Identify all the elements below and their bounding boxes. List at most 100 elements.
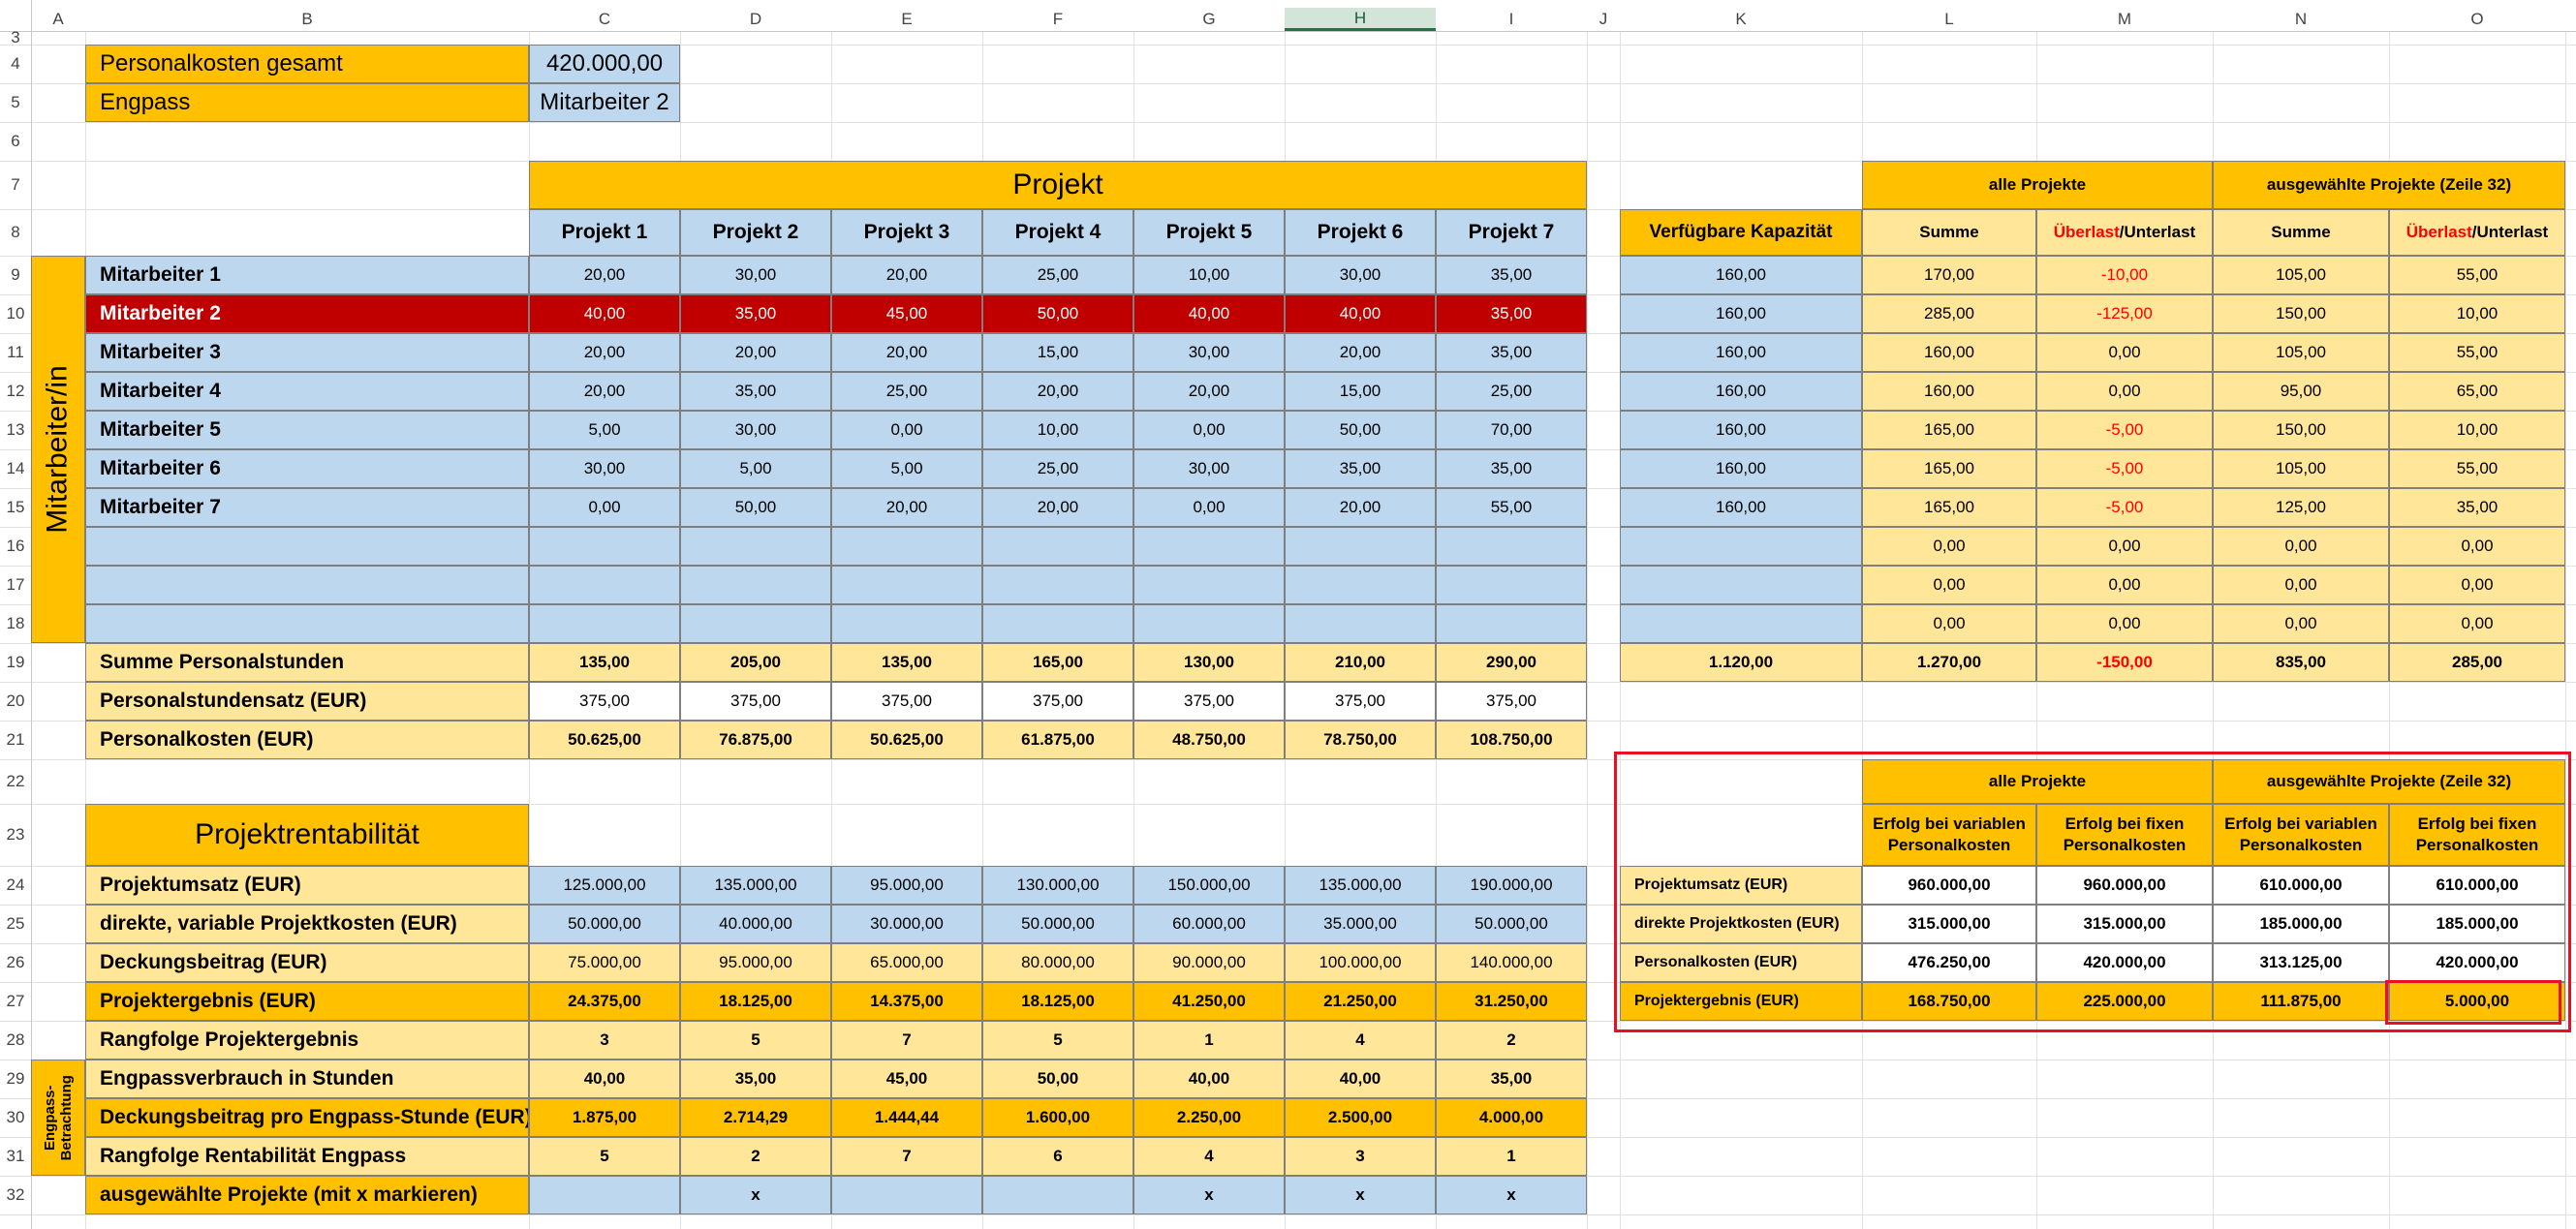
engpass-cell[interactable]: 1	[1436, 1137, 1587, 1176]
summary-cell[interactable]: 48.750,00	[1133, 721, 1285, 759]
rentabilitaet-label[interactable]: Projektumsatz (EUR)	[85, 866, 529, 905]
empty-employee-cell[interactable]	[85, 604, 529, 643]
project-header-6[interactable]: Projekt 6	[1285, 209, 1436, 256]
empty-hours-cell[interactable]	[529, 604, 680, 643]
hours-cell[interactable]: 35,00	[1285, 449, 1436, 488]
result-cell[interactable]: 5.000,00	[2389, 982, 2565, 1021]
engpass-cell[interactable]: 3	[1285, 1137, 1436, 1176]
capacity-cell[interactable]: 170,00	[1862, 256, 2036, 294]
row-header-18[interactable]: 18	[0, 604, 31, 643]
summary-cell[interactable]: 205,00	[680, 643, 831, 682]
result-cell[interactable]: 420.000,00	[2036, 943, 2213, 982]
empty-hours-cell[interactable]	[1133, 527, 1285, 566]
empty-hours-cell[interactable]	[1436, 527, 1587, 566]
row-header-24[interactable]: 24	[0, 866, 31, 905]
capacity-cell[interactable]: 0,00	[1862, 566, 2036, 604]
hours-cell[interactable]: 5,00	[831, 449, 982, 488]
result-cell[interactable]: 168.750,00	[1862, 982, 2036, 1021]
hours-cell[interactable]: 30,00	[1133, 449, 1285, 488]
rentabilitaet-cell[interactable]: 40.000,00	[680, 905, 831, 943]
personalkosten-label[interactable]: Personalkosten gesamt	[85, 45, 529, 83]
summary-cell[interactable]: 375,00	[1285, 682, 1436, 721]
hours-cell[interactable]: 0,00	[831, 411, 982, 449]
ueberlast-header[interactable]: Überlast/Unterlast	[2036, 209, 2213, 256]
engpass-cell[interactable]: x	[680, 1176, 831, 1214]
rentabilitaet-cell[interactable]: 135.000,00	[680, 866, 831, 905]
hours-cell[interactable]: 40,00	[1133, 294, 1285, 333]
row-header-14[interactable]: 14	[0, 449, 31, 488]
rentabilitaet-cell[interactable]: 50.000,00	[982, 905, 1133, 943]
result-cell[interactable]: 315.000,00	[1862, 905, 2036, 943]
column-header-j[interactable]: J	[1587, 8, 1620, 31]
rentabilitaet-cell[interactable]: 190.000,00	[1436, 866, 1587, 905]
summary-cell[interactable]: 76.875,00	[680, 721, 831, 759]
summary-cell[interactable]: 375,00	[1436, 682, 1587, 721]
hours-cell[interactable]: 5,00	[529, 411, 680, 449]
result-cell[interactable]: 313.125,00	[2213, 943, 2389, 982]
project-header-7[interactable]: Projekt 7	[1436, 209, 1587, 256]
capacity-cell[interactable]: 0,00	[1862, 604, 2036, 643]
hours-cell[interactable]: 20,00	[529, 372, 680, 411]
hours-cell[interactable]: 20,00	[982, 372, 1133, 411]
empty-hours-cell[interactable]	[831, 604, 982, 643]
engpass-cell[interactable]: 4	[1133, 1137, 1285, 1176]
summary-cell[interactable]: 135,00	[831, 643, 982, 682]
rentabilitaet-cell[interactable]: 3	[529, 1021, 680, 1060]
row-header-3[interactable]: 3	[0, 28, 31, 46]
rentabilitaet-cell[interactable]: 80.000,00	[982, 943, 1133, 982]
hours-cell[interactable]: 20,00	[1285, 333, 1436, 372]
row-header-28[interactable]: 28	[0, 1021, 31, 1060]
engpass-cell[interactable]: 35,00	[1436, 1060, 1587, 1098]
hours-cell[interactable]: 30,00	[529, 449, 680, 488]
capacity-cell[interactable]: 165,00	[1862, 411, 2036, 449]
rentabilitaet-cell[interactable]: 75.000,00	[529, 943, 680, 982]
result-cell[interactable]: 315.000,00	[2036, 905, 2213, 943]
summary-cell[interactable]: 108.750,00	[1436, 721, 1587, 759]
rentabilitaet-cell[interactable]: 5	[982, 1021, 1133, 1060]
empty-hours-cell[interactable]	[1285, 527, 1436, 566]
summary-cell[interactable]: 78.750,00	[1285, 721, 1436, 759]
hours-cell[interactable]: 20,00	[529, 256, 680, 294]
result-cell[interactable]: 420.000,00	[2389, 943, 2565, 982]
rentabilitaet-cell[interactable]: 2	[1436, 1021, 1587, 1060]
row-header-26[interactable]: 26	[0, 943, 31, 982]
empty-hours-cell[interactable]	[982, 566, 1133, 604]
summary-cell[interactable]: 50.625,00	[831, 721, 982, 759]
column-header-a[interactable]: A	[31, 8, 85, 31]
row-header-22[interactable]: 22	[0, 759, 31, 804]
result-cell[interactable]: 960.000,00	[2036, 866, 2213, 905]
row-header-21[interactable]: 21	[0, 721, 31, 759]
capacity-cell[interactable]: 160,00	[1620, 372, 1862, 411]
rentabilitaet-cell[interactable]: 95.000,00	[831, 866, 982, 905]
rentabilitaet-cell[interactable]: 100.000,00	[1285, 943, 1436, 982]
result-cell[interactable]: 960.000,00	[1862, 866, 2036, 905]
capacity-cell[interactable]: 55,00	[2389, 449, 2565, 488]
summary-cell[interactable]: 61.875,00	[982, 721, 1133, 759]
engpass-cell[interactable]: 1.600,00	[982, 1098, 1133, 1137]
engpass-cell[interactable]: 7	[831, 1137, 982, 1176]
capacity-cell[interactable]	[1620, 604, 1862, 643]
capacity-total[interactable]: -150,00	[2036, 643, 2213, 682]
result-cell[interactable]: 185.000,00	[2213, 905, 2389, 943]
column-header-d[interactable]: D	[680, 8, 831, 31]
hours-cell[interactable]: 55,00	[1436, 488, 1587, 527]
summary-label[interactable]: Personalstundensatz (EUR)	[85, 682, 529, 721]
engpass-label[interactable]: Engpass	[85, 83, 529, 122]
result-subheader[interactable]: Erfolg bei variablen Personalkosten	[2213, 804, 2389, 866]
rentabilitaet-cell[interactable]: 140.000,00	[1436, 943, 1587, 982]
engpass-cell[interactable]: x	[1285, 1176, 1436, 1214]
hours-cell[interactable]: 35,00	[680, 372, 831, 411]
column-header-b[interactable]: B	[85, 8, 529, 31]
row-header-27[interactable]: 27	[0, 982, 31, 1021]
projekt-header[interactable]: Projekt	[529, 161, 1587, 209]
employee-name-2[interactable]: Mitarbeiter 2	[85, 294, 529, 333]
hours-cell[interactable]: 30,00	[680, 411, 831, 449]
summary-cell[interactable]: 165,00	[982, 643, 1133, 682]
engpass-cell[interactable]	[529, 1176, 680, 1214]
summary-cell[interactable]: 375,00	[982, 682, 1133, 721]
rentabilitaet-cell[interactable]: 41.250,00	[1133, 982, 1285, 1021]
verfuegbar-header[interactable]: Verfügbare Kapazität	[1620, 209, 1862, 256]
column-header-c[interactable]: C	[529, 8, 680, 31]
summary-cell[interactable]: 130,00	[1133, 643, 1285, 682]
rentabilitaet-cell[interactable]: 150.000,00	[1133, 866, 1285, 905]
